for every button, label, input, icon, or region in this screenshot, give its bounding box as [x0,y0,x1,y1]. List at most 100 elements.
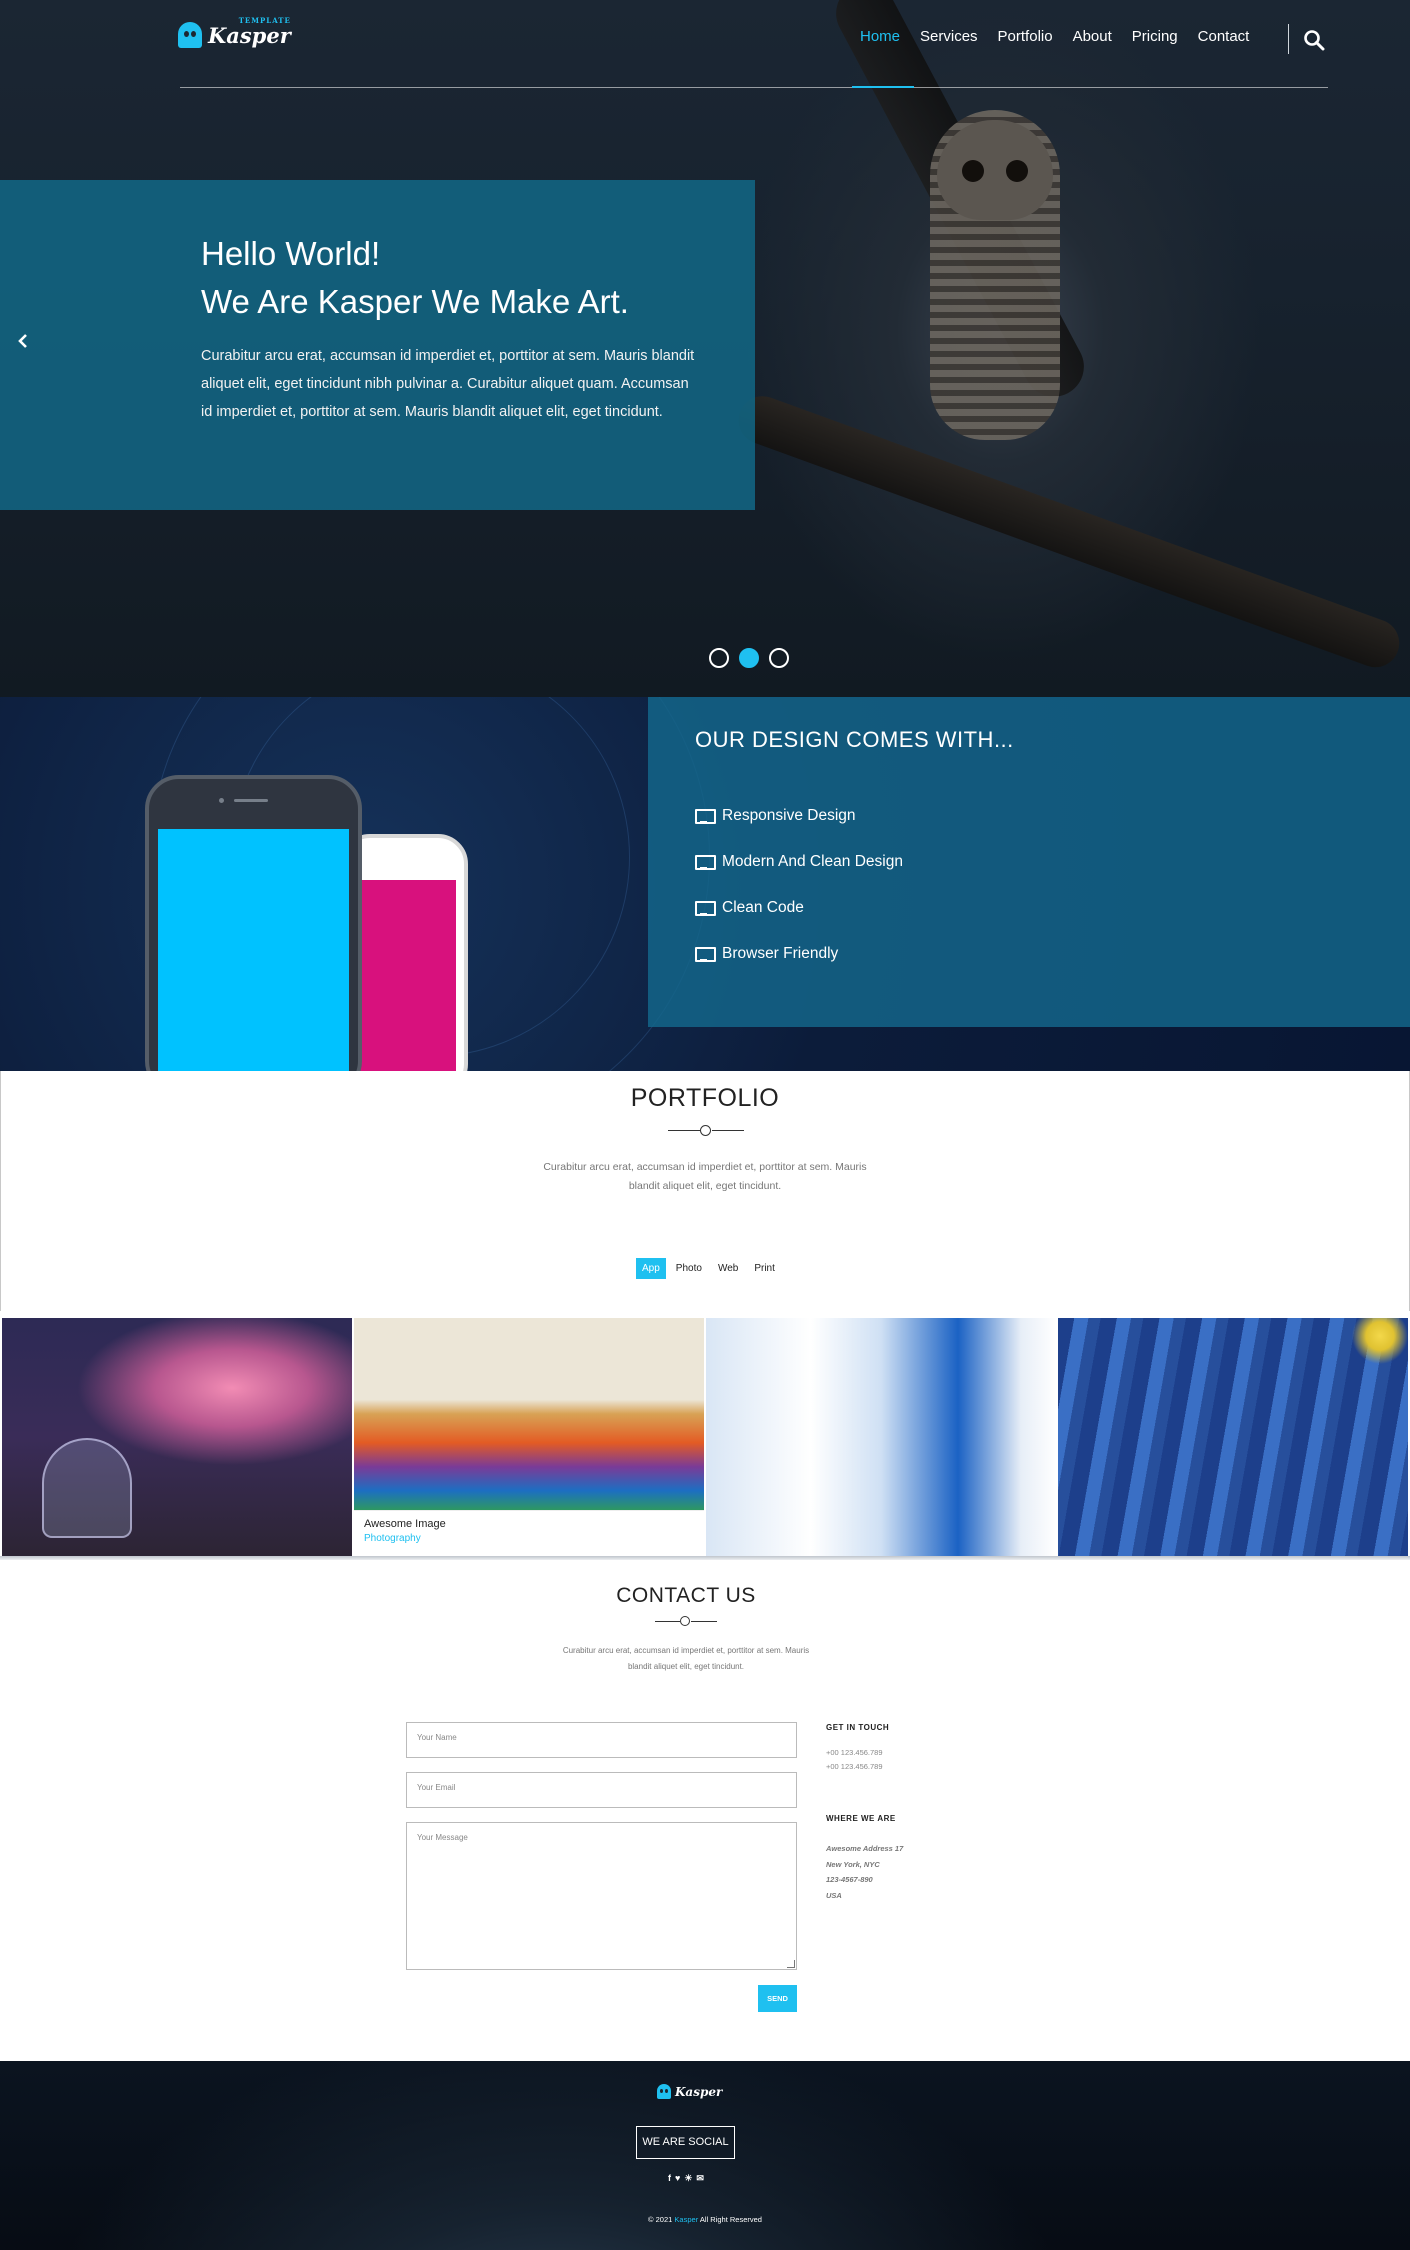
address-line: Awesome Address 17 [826,1844,904,1853]
contact-section [0,1560,1410,2061]
owl-eye [962,160,984,182]
feature-label: Clean Code [722,899,804,916]
hero-title-line2: We Are Kasper We Make Art. [201,283,629,320]
message-placeholder: Your Message [417,1833,468,1842]
hero-title-line1: Hello World! [201,235,381,272]
nav-about[interactable]: About [1073,28,1112,45]
copyright-prefix: © 2021 [648,2215,673,2224]
portfolio-gallery: Awesome Image Photography [2,1318,1410,1558]
footer-logo[interactable]: Kasper [657,2084,722,2099]
nav-separator [1288,24,1289,54]
desktop-icon [695,855,716,870]
gallery-item-starry-night[interactable] [1058,1318,1408,1558]
home-icon[interactable]: ☀ [684,2173,692,2184]
desktop-icon [695,901,716,916]
features-list: Responsive Design Modern And Clean Desig… [695,793,1410,977]
contact-text: Curabitur arcu erat, accumsan id imperdi… [0,1643,1372,1675]
phone-number: +00 123.456.789 [826,1762,883,1771]
gallery-caption: Awesome Image Photography [354,1510,704,1558]
slider-bullet-active[interactable] [739,648,759,668]
feature-label: Modern And Clean Design [722,853,903,870]
footer-logo-text: Kasper [675,2084,723,2099]
contact-text-line2: blandit aliquet elit, eget tincidunt. [627,1662,745,1671]
copyright-suffix: All Right Reserved [699,2215,762,2224]
we-are-social-button[interactable]: WE ARE SOCIAL [636,2126,735,2159]
address-line: New York, NYC [826,1860,880,1869]
portfolio-title: PORTFOLIO [630,1084,780,1112]
feature-item: Browser Friendly [695,931,1410,977]
tab-photo[interactable]: Photo [670,1258,708,1279]
owl-eye [1006,160,1028,182]
nav-portfolio[interactable]: Portfolio [998,28,1053,45]
message-field[interactable]: Your Message [406,1822,797,1970]
name-field[interactable]: Your Name [406,1722,797,1758]
address-line: 123-4567-890 [826,1875,873,1884]
twitter-icon[interactable]: ♥ [675,2173,680,2184]
portfolio-tabs: App Photo Web Print [636,1258,781,1279]
nav-pricing[interactable]: Pricing [1132,28,1178,45]
portfolio-text: Curabitur arcu erat, accumsan id imperdi… [0,1158,1410,1196]
divider-circle [680,1616,690,1626]
desktop-icon [695,947,716,962]
contact-text-line1: Curabitur arcu erat, accumsan id imperdi… [562,1646,810,1655]
facebook-icon[interactable]: f [668,2173,671,2184]
divider-line [691,1621,717,1622]
owl-face [937,120,1053,220]
divider-circle [700,1125,711,1136]
feature-label: Responsive Design [722,807,856,824]
email-field[interactable]: Your Email [406,1772,797,1808]
nav-home[interactable]: Home [860,28,900,45]
desktop-icon [695,809,716,824]
social-icons: f ♥ ☀ ✉ [668,2173,704,2184]
slider-bullet[interactable] [709,648,729,668]
nav-services[interactable]: Services [920,28,978,45]
slider-bullet[interactable] [769,648,789,668]
logo-name: Kasper [208,22,291,48]
email-placeholder: Your Email [417,1783,456,1792]
feature-item: Modern And Clean Design [695,839,1410,885]
hero-caption: Hello World! We Are Kasper We Make Art. … [0,180,755,510]
linkedin-icon[interactable]: ✉ [696,2173,704,2184]
main-nav: Home Services Portfolio About Pricing Co… [860,28,1249,45]
hero-slider: Kasper TEMPLATE Home Services Portfolio … [0,0,1410,697]
address-line: USA [826,1891,842,1900]
slider-bullets [709,648,789,668]
gallery-item-fantasy[interactable] [2,1318,352,1558]
gallery-item-street[interactable] [706,1318,1056,1558]
chevron-left-icon[interactable] [16,332,32,352]
contact-title: CONTACT US [616,1584,756,1607]
caption-category[interactable]: Photography [364,1533,694,1544]
nav-contact[interactable]: Contact [1198,28,1250,45]
resize-handle-icon[interactable] [787,1960,795,1968]
tab-web[interactable]: Web [712,1258,744,1279]
phone-speaker [234,799,268,802]
phone-number: +00 123.456.789 [826,1748,883,1757]
name-placeholder: Your Name [417,1733,457,1742]
feature-label: Browser Friendly [722,945,839,962]
feature-item: Clean Code [695,885,1410,931]
tab-print[interactable]: Print [748,1258,781,1279]
features-box: OUR DESIGN COMES WITH... Responsive Desi… [648,697,1410,1027]
section-divider [668,1125,744,1137]
where-we-are-heading: WHERE WE ARE [826,1814,896,1823]
portfolio-text-line2: blandit aliquet elit, eget tincidunt. [628,1180,782,1192]
section-divider [655,1616,717,1628]
glass-dome [42,1438,132,1538]
get-in-touch-heading: GET IN TOUCH [826,1723,890,1732]
features-title: OUR DESIGN COMES WITH... [695,727,1014,752]
caption-title: Awesome Image [364,1518,446,1530]
copyright-brand[interactable]: Kasper [674,2215,698,2224]
site-logo[interactable]: Kasper TEMPLATE [178,16,291,48]
tab-app[interactable]: App [636,1258,666,1279]
gallery-item-skyline[interactable]: Awesome Image Photography [354,1318,704,1558]
header-divider [180,87,1328,88]
portfolio-text-line1: Curabitur arcu erat, accumsan id imperdi… [543,1161,867,1173]
search-icon[interactable] [1303,29,1325,51]
phone-image-front [145,775,362,1071]
divider-line [655,1621,680,1622]
phone-screen [352,880,456,1071]
send-button[interactable]: SEND [758,1985,797,2012]
nav-active-indicator [852,86,914,88]
hero-title: Hello World! We Are Kasper We Make Art. [201,230,755,326]
phone-camera [219,798,224,803]
